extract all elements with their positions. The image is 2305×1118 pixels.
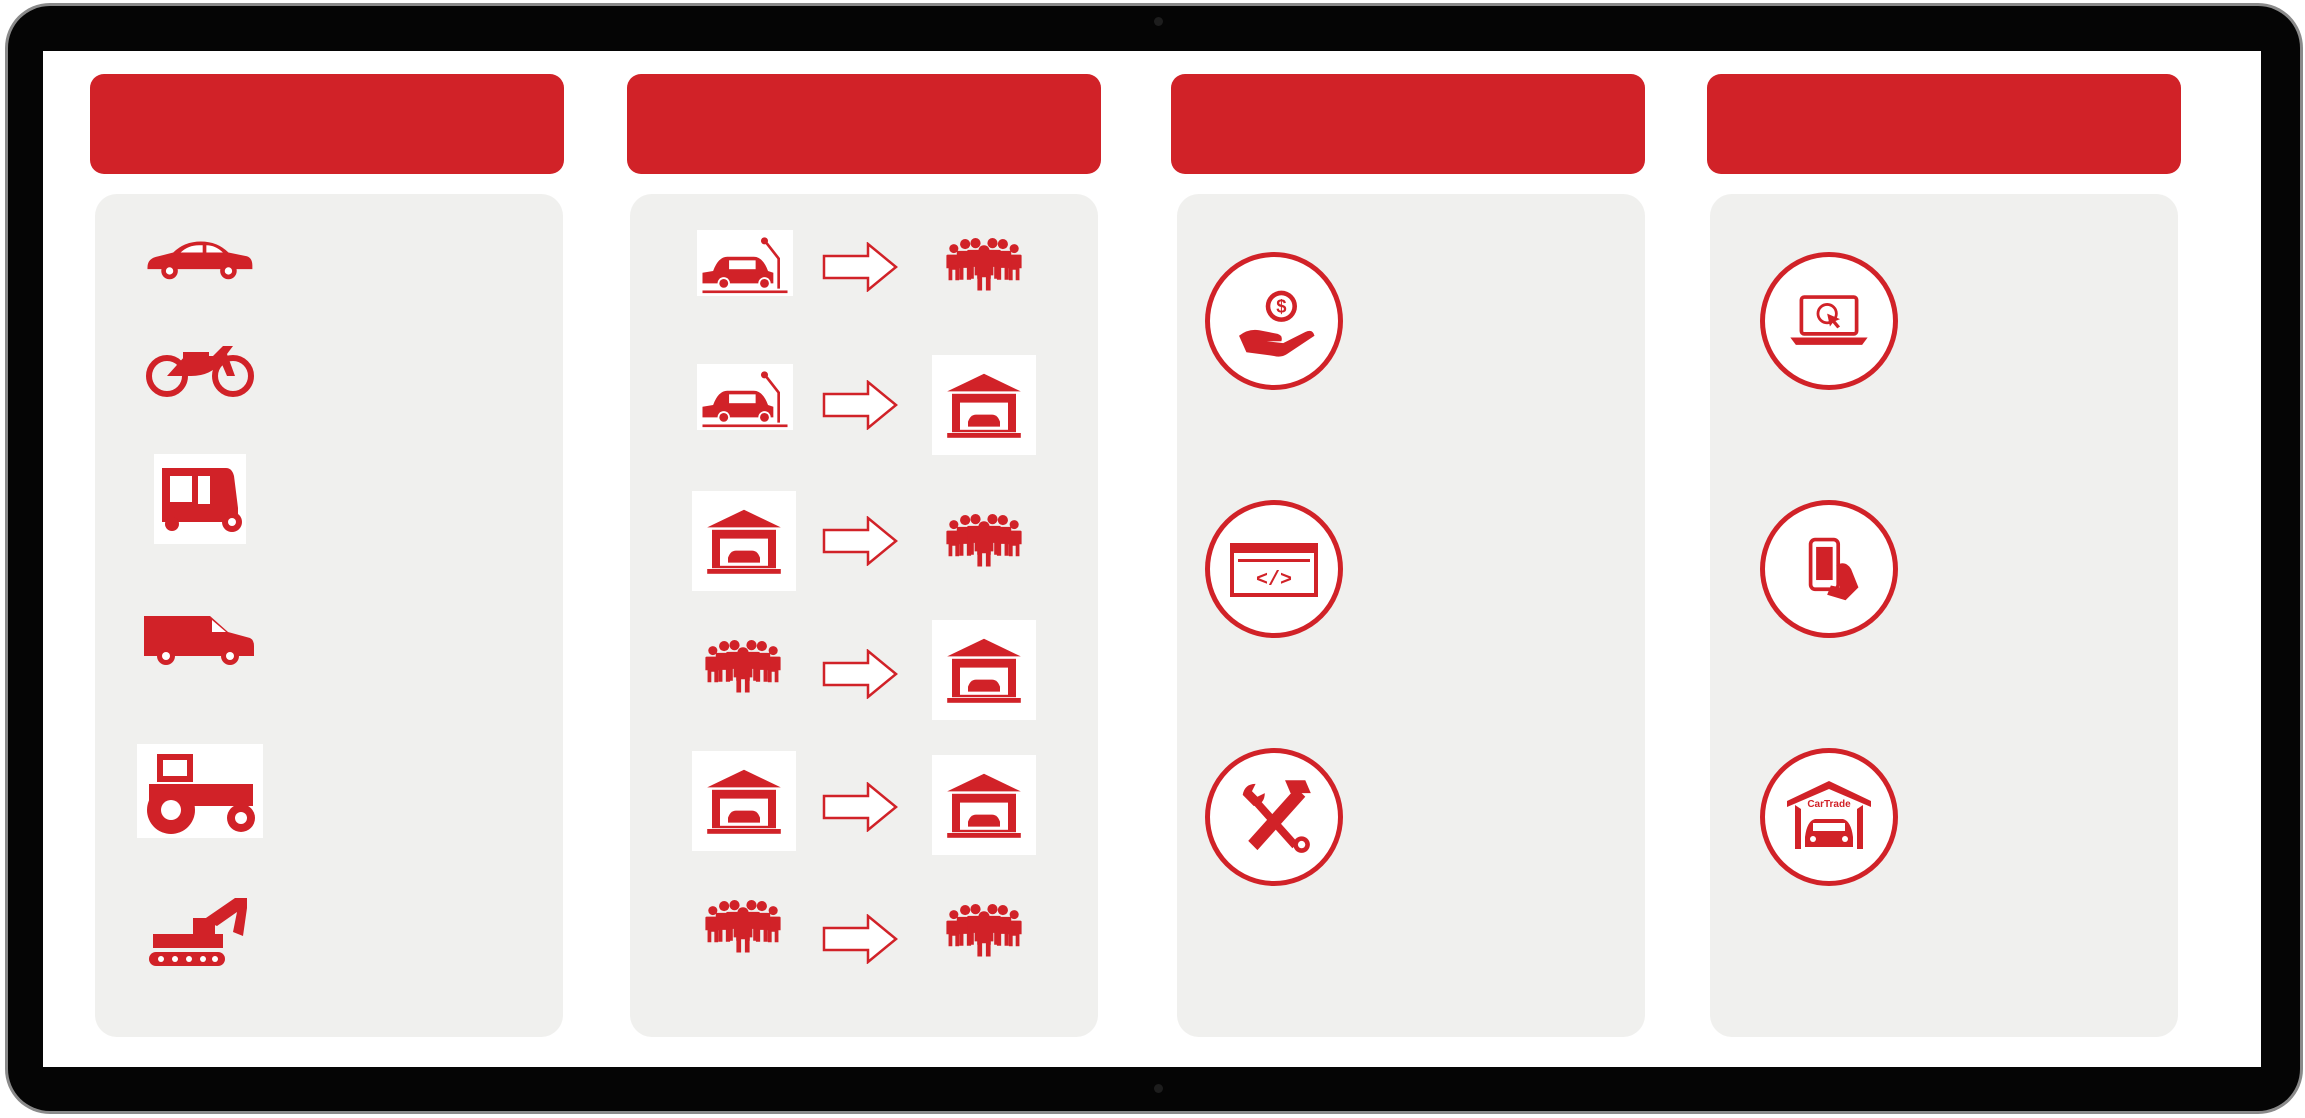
van-icon	[142, 612, 256, 668]
column-header-3	[1171, 74, 1645, 174]
car-icon	[142, 234, 256, 284]
excavator-icon	[145, 894, 255, 970]
people-group-icon	[946, 232, 1022, 298]
dealership-garage-icon	[932, 355, 1036, 455]
laptop-click-icon	[1760, 252, 1898, 390]
arrow-right-icon	[822, 914, 898, 964]
arrow-right-icon	[822, 516, 898, 566]
manufacturer-icon	[697, 230, 793, 296]
digital-channels-panel: CarTrade	[1710, 194, 2178, 1037]
dealership-garage-icon	[932, 755, 1036, 855]
vehicle-types-panel	[95, 194, 563, 1037]
front-camera	[1154, 17, 1163, 26]
column-header-2	[627, 74, 1101, 174]
wrench-hammer-icon	[1205, 748, 1343, 886]
column-header-4	[1707, 74, 2181, 174]
screen: $ </> CarTrade	[43, 51, 2261, 1067]
people-group-icon	[946, 508, 1022, 574]
services-panel: $ </>	[1177, 194, 1645, 1037]
manufacturer-icon	[697, 364, 793, 430]
car-garage-brand-icon: CarTrade	[1760, 748, 1898, 886]
code-window-icon: </>	[1205, 500, 1343, 638]
bottom-sensor	[1154, 1084, 1163, 1093]
svg-text:</>: </>	[1256, 569, 1292, 592]
tractor-icon	[137, 744, 263, 838]
auto-rickshaw-icon	[154, 454, 246, 544]
arrow-right-icon	[822, 649, 898, 699]
people-group-icon	[705, 634, 781, 700]
mobile-hand-icon	[1760, 500, 1898, 638]
arrow-right-icon	[822, 380, 898, 430]
dealership-garage-icon	[932, 620, 1036, 720]
people-group-icon	[946, 898, 1022, 964]
arrow-right-icon	[822, 782, 898, 832]
svg-text:$: $	[1276, 296, 1286, 317]
column-header-1	[90, 74, 564, 174]
transaction-flows-panel	[630, 194, 1098, 1037]
dealership-garage-icon	[692, 491, 796, 591]
dealership-garage-icon	[692, 751, 796, 851]
money-hand-icon: $	[1205, 252, 1343, 390]
svg-text:CarTrade: CarTrade	[1807, 799, 1851, 810]
people-group-icon	[705, 894, 781, 960]
motorcycle-icon	[145, 332, 255, 398]
arrow-right-icon	[822, 242, 898, 292]
